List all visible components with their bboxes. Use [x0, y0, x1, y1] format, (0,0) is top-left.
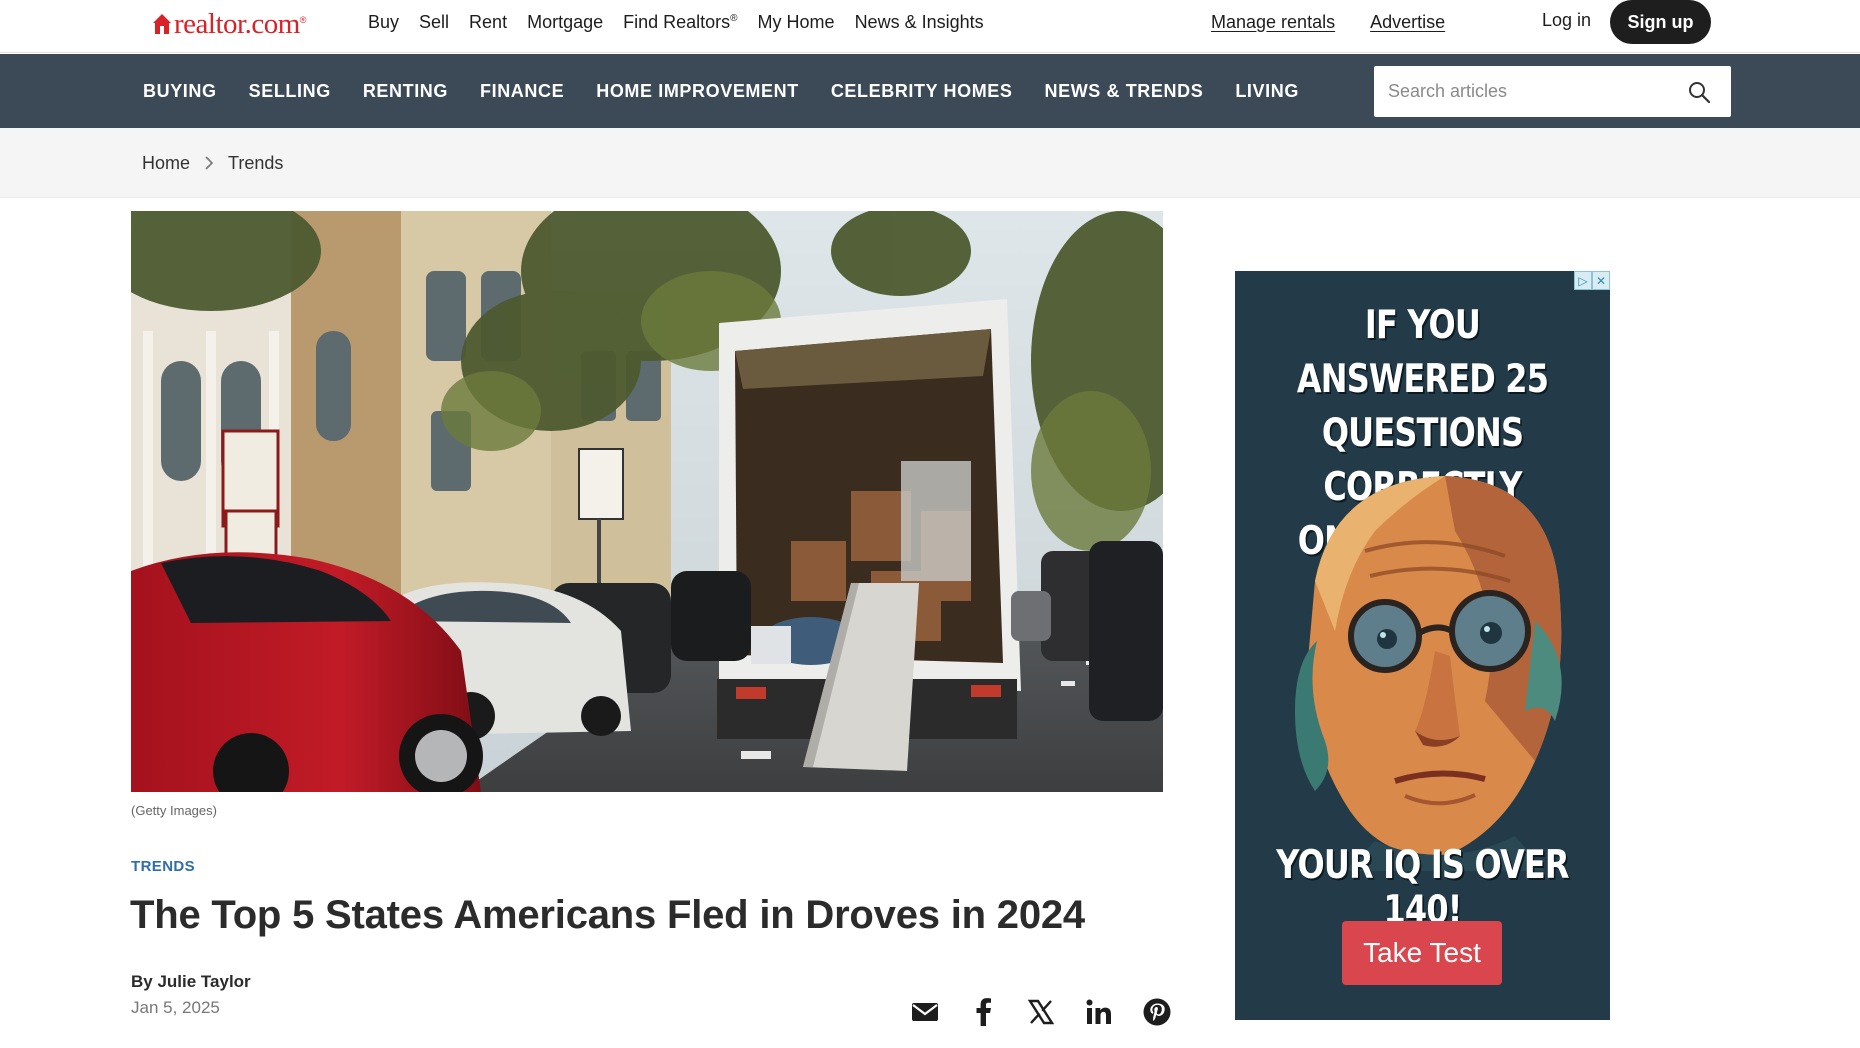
signup-button[interactable]: Sign up [1610, 0, 1711, 44]
image-caption: (Getty Images) [131, 803, 217, 818]
ad-controls: ▷ ✕ [1574, 271, 1610, 290]
top-links: Manage rentals Advertise [1211, 0, 1445, 44]
category-renting[interactable]: RENTING [363, 81, 448, 102]
top-nav-mortgage[interactable]: Mortgage [527, 12, 603, 33]
category-home-improvement[interactable]: HOME IMPROVEMENT [596, 81, 799, 102]
article-byline[interactable]: By Julie Taylor [131, 972, 251, 992]
manage-rentals-link[interactable]: Manage rentals [1211, 12, 1335, 33]
article-date: Jan 5, 2025 [131, 998, 220, 1017]
ad-headline-line: IF YOU ANSWERED 25 [1296, 303, 1549, 402]
top-nav-sell[interactable]: Sell [419, 12, 449, 33]
category-buying[interactable]: BUYING [143, 81, 217, 102]
top-nav-rent[interactable]: Rent [469, 12, 507, 33]
house-logo-icon [153, 14, 171, 34]
search-box [1374, 66, 1731, 117]
top-nav: Buy Sell Rent Mortgage Find Realtors® My… [368, 0, 984, 44]
ad-portrait-illustration [1295, 476, 1562, 871]
email-icon[interactable] [910, 997, 940, 1027]
article-title: The Top 5 States Americans Fled in Drove… [130, 893, 1085, 937]
category-nav: BUYING SELLING RENTING FINANCE HOME IMPR… [0, 54, 1860, 128]
breadcrumb-home[interactable]: Home [142, 153, 190, 174]
breadcrumb-trends[interactable]: Trends [228, 153, 283, 174]
category-finance[interactable]: FINANCE [480, 81, 564, 102]
registered-mark: ® [730, 12, 738, 24]
category-celebrity-homes[interactable]: CELEBRITY HOMES [831, 81, 1013, 102]
top-nav-my-home[interactable]: My Home [758, 12, 835, 33]
ad-close-icon[interactable]: ✕ [1592, 271, 1610, 290]
quiz-advertisement[interactable]: ▷ ✕ IF YOU ANSWERED 25 QUESTIONS CORRECT… [1235, 271, 1610, 1020]
search-icon[interactable] [1687, 80, 1711, 104]
category-living[interactable]: LIVING [1235, 81, 1299, 102]
facebook-icon[interactable] [968, 997, 998, 1027]
take-test-button[interactable]: Take Test [1342, 921, 1502, 985]
pinterest-icon[interactable] [1142, 997, 1172, 1027]
linkedin-icon[interactable] [1084, 997, 1114, 1027]
breadcrumb: Home Trends [142, 128, 283, 198]
category-list: BUYING SELLING RENTING FINANCE HOME IMPR… [143, 54, 1299, 128]
article-tag[interactable]: TRENDS [131, 858, 195, 875]
share-bar [910, 997, 1172, 1027]
ad-footer-text: YOUR IQ IS OVER 140! [1276, 843, 1569, 933]
top-nav-find-realtors[interactable]: Find Realtors® [623, 12, 737, 33]
x-icon[interactable] [1026, 997, 1056, 1027]
hero-image [131, 211, 1163, 792]
category-selling[interactable]: SELLING [249, 81, 331, 102]
breadcrumb-bar: Home Trends [0, 128, 1860, 198]
search-input[interactable] [1374, 81, 1674, 102]
realtor-logo[interactable]: realtor.com ® [152, 7, 306, 41]
adchoices-icon[interactable]: ▷ [1574, 271, 1592, 290]
brand-registered-mark: ® [299, 15, 307, 25]
moving-truck-street-photo [131, 211, 1163, 792]
category-news-trends[interactable]: NEWS & TRENDS [1045, 81, 1204, 102]
top-nav-find-realtors-label: Find Realtors [623, 11, 731, 32]
chevron-right-icon [205, 156, 214, 170]
top-bar: realtor.com ® Buy Sell Rent Mortgage Fin… [0, 0, 1860, 53]
brand-name: realtor.com [174, 7, 300, 40]
advertise-link[interactable]: Advertise [1370, 12, 1445, 33]
top-nav-buy[interactable]: Buy [368, 12, 399, 33]
login-link[interactable]: Log in [1542, 10, 1591, 31]
top-nav-news-insights[interactable]: News & Insights [855, 12, 984, 33]
